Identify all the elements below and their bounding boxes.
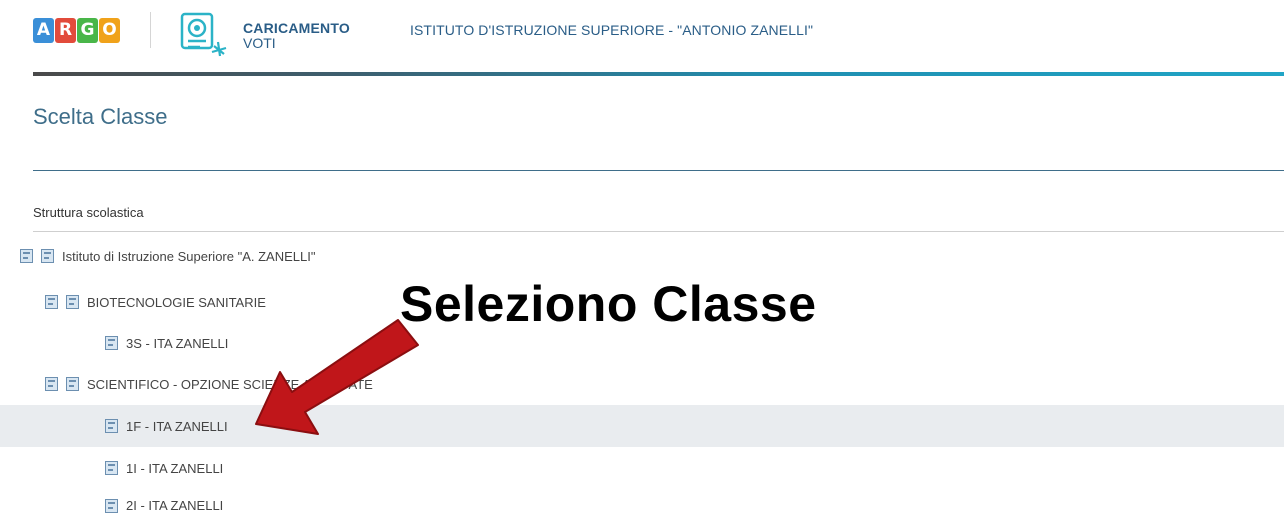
node-icon (41, 249, 54, 263)
section-divider (33, 231, 1284, 232)
title-divider (33, 170, 1284, 171)
tree-row-class[interactable]: 1I - ITA ZANELLI (0, 448, 1284, 488)
node-icon (105, 419, 118, 433)
app-name-line1: CARICAMENTO (243, 20, 350, 36)
node-icon (20, 249, 33, 263)
app-name-line2: VOTI (243, 35, 276, 51)
node-icon (105, 461, 118, 475)
node-icon (45, 377, 58, 391)
tree-row-institute[interactable]: Istituto di Istruzione Superiore "A. ZAN… (0, 236, 1284, 276)
tree-row-class[interactable]: 2I - ITA ZANELLI (0, 490, 1284, 521)
logo-letter-g: G (77, 18, 98, 43)
grade-entry-app-icon (180, 12, 227, 57)
tree-node-label: 3S - ITA ZANELLI (126, 335, 229, 351)
argo-logo[interactable]: A R G O (33, 18, 120, 43)
tree-row-class-selected[interactable]: 1F - ITA ZANELLI (0, 405, 1284, 447)
node-icon (66, 377, 79, 391)
tree-node-label: 1I - ITA ZANELLI (126, 460, 224, 476)
tree-row-course[interactable]: SCIENTIFICO - OPZIONE SCIENZE APPLICATE (0, 364, 1284, 404)
tree-node-label: BIOTECNOLOGIE SANITARIE (87, 294, 266, 310)
node-icon (105, 498, 118, 513)
node-icon (105, 336, 118, 350)
page-title: Scelta Classe (33, 104, 168, 129)
section-label: Struttura scolastica (33, 205, 144, 220)
tree-node-label: Istituto di Istruzione Superiore "A. ZAN… (62, 248, 316, 264)
app-header: A R G O CARICAMENTO VOTI ISTITUTO D'ISTR… (0, 0, 1284, 72)
logo-letter-o: O (99, 18, 120, 43)
node-icon (45, 295, 58, 309)
app-name: CARICAMENTO VOTI (243, 21, 350, 51)
header-rule (33, 72, 1284, 76)
logo-letter-r: R (55, 18, 76, 43)
tree-node-label: SCIENTIFICO - OPZIONE SCIENZE APPLICATE (87, 376, 373, 392)
tree-node-label: 1F - ITA ZANELLI (126, 418, 228, 434)
annotation-text: Seleziono Classe (400, 276, 817, 332)
tree-node-label: 2I - ITA ZANELLI (126, 498, 224, 513)
node-icon (66, 295, 79, 309)
header-divider (150, 12, 151, 48)
logo-letter-a: A (33, 18, 54, 43)
school-name: ISTITUTO D'ISTRUZIONE SUPERIORE - "ANTON… (410, 22, 814, 38)
